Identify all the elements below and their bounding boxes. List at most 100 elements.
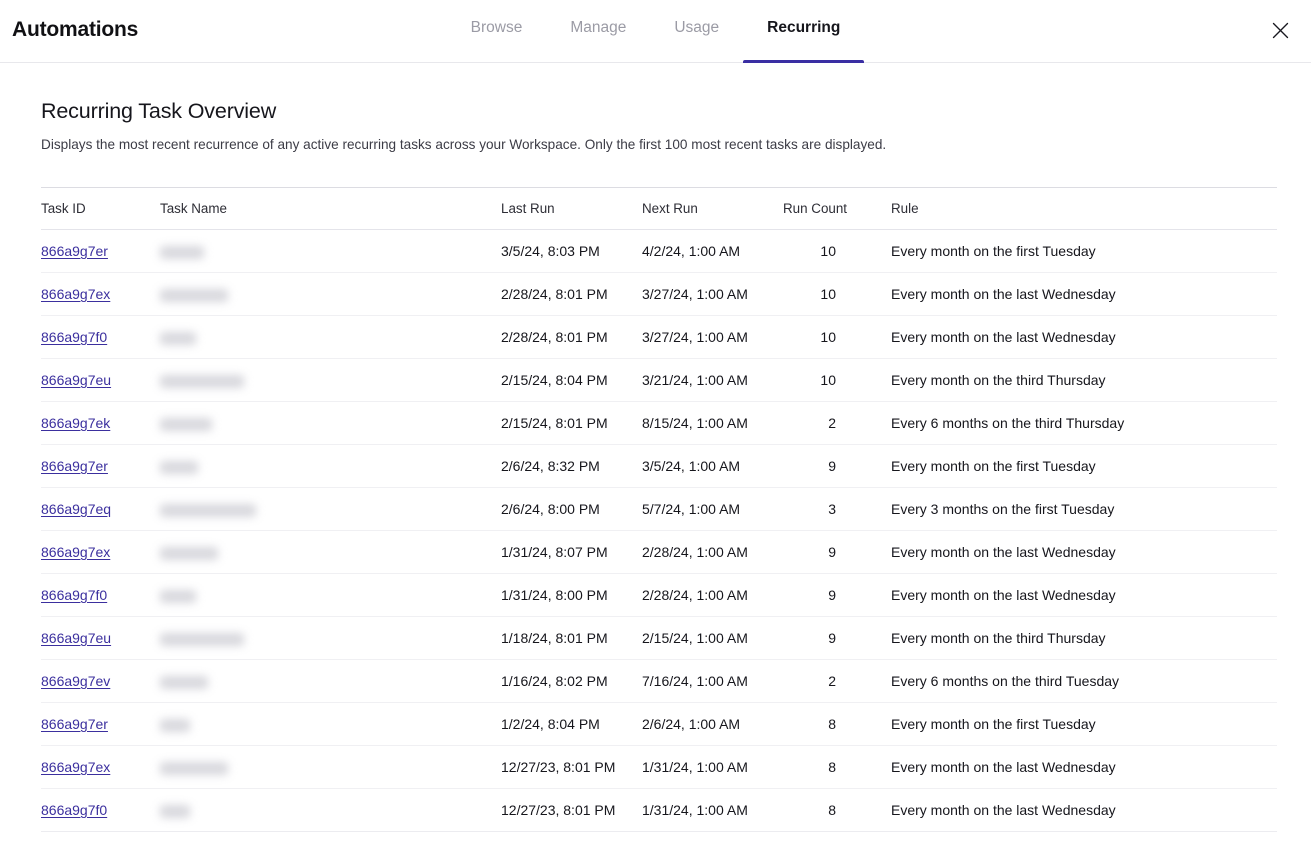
table-row: 866a9g7ek2/15/24, 8:01 PM8/15/24, 1:00 A… — [41, 402, 1277, 445]
close-button[interactable] — [1263, 13, 1297, 47]
table-body: 866a9g7er3/5/24, 8:03 PM4/2/24, 1:00 AM1… — [41, 230, 1277, 832]
table-row: 866a9g7eq2/6/24, 8:00 PM5/7/24, 1:00 AM3… — [41, 488, 1277, 531]
cell-next-run: 7/16/24, 1:00 AM — [642, 660, 783, 703]
tab-manage[interactable]: Manage — [546, 0, 650, 63]
task-id-link[interactable]: 866a9g7f0 — [41, 587, 107, 603]
cell-next-run: 2/28/24, 1:00 AM — [642, 531, 783, 574]
table-row: 866a9g7er 1/2/24, 8:04 PM2/6/24, 1:00 AM8… — [41, 703, 1277, 746]
cell-task-id: 866a9g7eu — [41, 617, 160, 660]
task-id-link[interactable]: 866a9g7ex — [41, 286, 110, 302]
cell-task-name — [160, 789, 501, 832]
task-id-link[interactable]: 866a9g7er — [41, 716, 108, 732]
page-title: Recurring Task Overview — [41, 97, 1271, 125]
cell-next-run: 2/15/24, 1:00 AM — [642, 617, 783, 660]
recurring-tasks-table: Task ID Task Name Last Run Next Run Run … — [41, 188, 1277, 832]
cell-run-count: 9 — [783, 531, 891, 574]
cell-run-count: 9 — [783, 445, 891, 488]
cell-next-run: 1/31/24, 1:00 AM — [642, 789, 783, 832]
cell-last-run: 3/5/24, 8:03 PM — [501, 230, 642, 273]
column-header-task-name[interactable]: Task Name — [160, 188, 501, 230]
task-id-link[interactable]: 866a9g7ev — [41, 673, 110, 689]
cell-last-run: 2/6/24, 8:32 PM — [501, 445, 642, 488]
task-id-link[interactable]: 866a9g7f0 — [41, 802, 107, 818]
recurring-tasks-table-wrapper: Task ID Task Name Last Run Next Run Run … — [41, 187, 1277, 832]
cell-last-run: 1/31/24, 8:00 PM — [501, 574, 642, 617]
cell-rule: Every month on the first Tuesday — [891, 230, 1277, 273]
task-id-link[interactable]: 866a9g7er — [41, 458, 108, 474]
task-id-link[interactable]: 866a9g7ex — [41, 759, 110, 775]
cell-last-run: 2/15/24, 8:04 PM — [501, 359, 642, 402]
table-row: 866a9g7ev 1/16/24, 8:02 PM7/16/24, 1:00 A… — [41, 660, 1277, 703]
table-row: 866a9g7f012/27/23, 8:01 PM1/31/24, 1:00 … — [41, 789, 1277, 832]
cell-task-name — [160, 746, 501, 789]
cell-task-id: 866a9g7f0 — [41, 574, 160, 617]
cell-rule: Every month on the last Wednesday — [891, 316, 1277, 359]
tab-usage[interactable]: Usage — [650, 0, 743, 63]
cell-rule: Every 6 months on the third Tuesday — [891, 660, 1277, 703]
tab-browse[interactable]: Browse — [447, 0, 547, 63]
table-row: 866a9g7er 2/6/24, 8:32 PM3/5/24, 1:00 AM9… — [41, 445, 1277, 488]
column-header-task-id[interactable]: Task ID — [41, 188, 160, 230]
task-id-link[interactable]: 866a9g7eq — [41, 501, 111, 517]
cell-run-count: 2 — [783, 660, 891, 703]
cell-last-run: 2/28/24, 8:01 PM — [501, 316, 642, 359]
cell-last-run: 1/16/24, 8:02 PM — [501, 660, 642, 703]
top-bar: Automations BrowseManageUsageRecurring — [0, 0, 1311, 63]
cell-rule: Every 6 months on the third Thursday — [891, 402, 1277, 445]
cell-next-run: 3/27/24, 1:00 AM — [642, 273, 783, 316]
cell-run-count: 8 — [783, 703, 891, 746]
cell-rule: Every month on the last Wednesday — [891, 273, 1277, 316]
column-header-last-run[interactable]: Last Run — [501, 188, 642, 230]
cell-run-count: 9 — [783, 617, 891, 660]
page-description: Displays the most recent recurrence of a… — [41, 136, 1271, 154]
table-row: 866a9g7eu2/15/24, 8:04 PM3/21/24, 1:00 A… — [41, 359, 1277, 402]
redacted-task-name — [160, 461, 198, 474]
table-row: 866a9g7eu1/18/24, 8:01 PM2/15/24, 1:00 A… — [41, 617, 1277, 660]
task-id-link[interactable]: 866a9g7ek — [41, 415, 110, 431]
redacted-task-name — [160, 762, 228, 775]
cell-task-name — [160, 359, 501, 402]
table-header-row: Task ID Task Name Last Run Next Run Run … — [41, 188, 1277, 230]
cell-task-name — [160, 703, 501, 746]
cell-task-id: 866a9g7ev — [41, 660, 160, 703]
cell-task-name — [160, 230, 501, 273]
column-header-next-run[interactable]: Next Run — [642, 188, 783, 230]
redacted-task-name — [160, 289, 228, 302]
cell-next-run: 2/6/24, 1:00 AM — [642, 703, 783, 746]
cell-task-id: 866a9g7ek — [41, 402, 160, 445]
cell-task-id: 866a9g7er — [41, 445, 160, 488]
redacted-task-name — [160, 246, 204, 259]
cell-run-count: 10 — [783, 230, 891, 273]
cell-task-name — [160, 445, 501, 488]
cell-last-run: 1/2/24, 8:04 PM — [501, 703, 642, 746]
task-id-link[interactable]: 866a9g7er — [41, 243, 108, 259]
table-row: 866a9g7er3/5/24, 8:03 PM4/2/24, 1:00 AM1… — [41, 230, 1277, 273]
cell-task-name — [160, 574, 501, 617]
cell-task-id: 866a9g7er — [41, 230, 160, 273]
cell-next-run: 3/5/24, 1:00 AM — [642, 445, 783, 488]
table-header: Task ID Task Name Last Run Next Run Run … — [41, 188, 1277, 230]
cell-rule: Every month on the last Wednesday — [891, 789, 1277, 832]
cell-next-run: 3/27/24, 1:00 AM — [642, 316, 783, 359]
cell-task-id: 866a9g7ex — [41, 273, 160, 316]
cell-rule: Every month on the first Tuesday — [891, 445, 1277, 488]
cell-task-name — [160, 660, 501, 703]
table-row: 866a9g7ex12/27/23, 8:01 PM1/31/24, 1:00 … — [41, 746, 1277, 789]
task-id-link[interactable]: 866a9g7eu — [41, 630, 111, 646]
cell-task-name — [160, 531, 501, 574]
column-header-rule[interactable]: Rule — [891, 188, 1277, 230]
cell-rule: Every 3 months on the first Tuesday — [891, 488, 1277, 531]
tab-recurring[interactable]: Recurring — [743, 0, 864, 63]
redacted-task-name — [160, 633, 244, 646]
column-header-run-count[interactable]: Run Count — [783, 188, 891, 230]
task-id-link[interactable]: 866a9g7ex — [41, 544, 110, 560]
redacted-task-name — [160, 590, 196, 603]
task-id-link[interactable]: 866a9g7f0 — [41, 329, 107, 345]
task-id-link[interactable]: 866a9g7eu — [41, 372, 111, 388]
cell-rule: Every month on the last Wednesday — [891, 746, 1277, 789]
table-row: 866a9g7f0 2/28/24, 8:01 PM3/27/24, 1:00 A… — [41, 316, 1277, 359]
cell-last-run: 2/28/24, 8:01 PM — [501, 273, 642, 316]
cell-run-count: 3 — [783, 488, 891, 531]
redacted-task-name — [160, 332, 196, 345]
redacted-task-name — [160, 504, 256, 517]
